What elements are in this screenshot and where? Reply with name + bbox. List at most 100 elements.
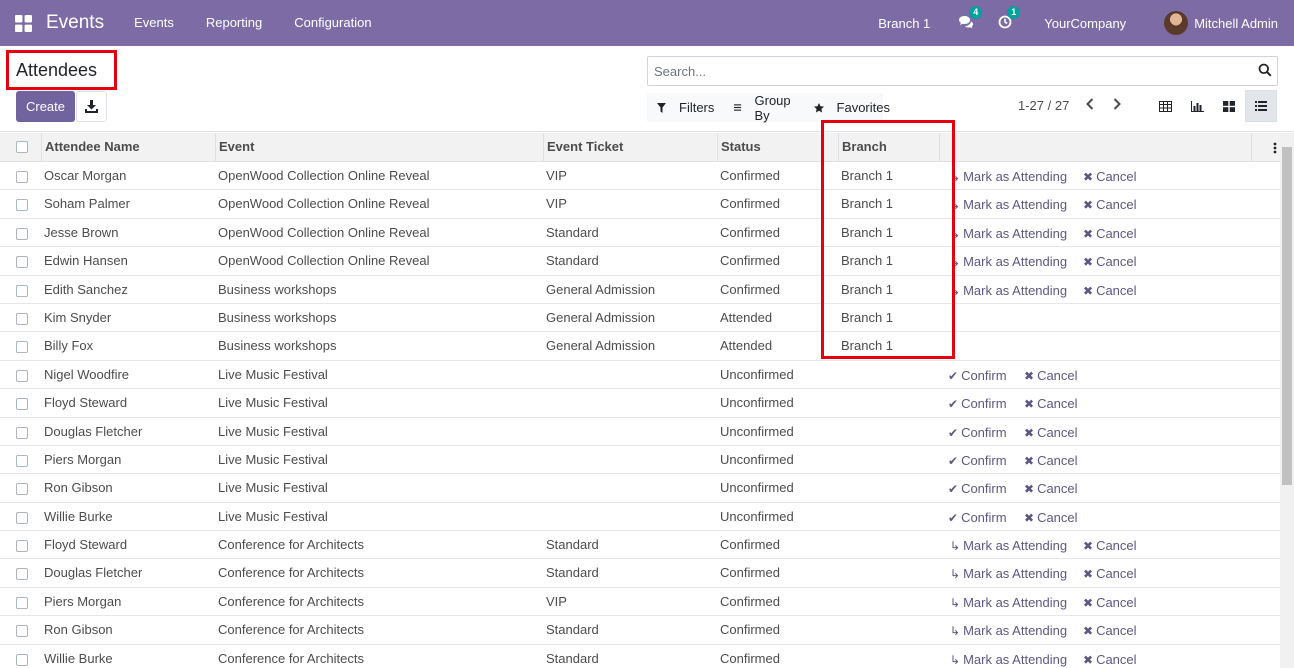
table-row[interactable]: Billy Fox Business workshops General Admis…	[0, 332, 1280, 361]
search-input[interactable]	[648, 57, 1238, 85]
table-row[interactable]: Piers Morgan Live Music Festival Unconfirm…	[0, 446, 1280, 475]
confirm-button[interactable]: ✔ Confirm	[948, 361, 1007, 389]
row-checkbox[interactable]	[16, 256, 28, 269]
mark-as-attending-button[interactable]: ↳ Mark as Attending	[950, 190, 1067, 218]
table-row[interactable]: Willie Burke Conference for Architects Sta…	[0, 645, 1280, 668]
activities-button[interactable]: 1	[998, 5, 1021, 32]
confirm-button[interactable]: ✔ Confirm	[948, 503, 1007, 531]
cancel-button[interactable]: ✖ Cancel	[1083, 276, 1137, 304]
table-row[interactable]: Ron Gibson Live Music Festival Unconfirmed…	[0, 474, 1280, 503]
table-row[interactable]: Kim Snyder Business workshops General Admi…	[0, 304, 1280, 333]
pager-next-icon[interactable]	[1112, 98, 1122, 113]
row-checkbox[interactable]	[16, 398, 28, 411]
row-checkbox[interactable]	[16, 284, 28, 297]
column-header-branch[interactable]: Branch	[838, 133, 939, 162]
menu-reporting[interactable]: Reporting	[190, 0, 278, 46]
column-header-event-ticket[interactable]: Event Ticket	[543, 133, 717, 162]
column-header-event[interactable]: Event	[215, 133, 543, 162]
cancel-button[interactable]: ✖ Cancel	[1083, 645, 1137, 668]
table-row[interactable]: Nigel Woodfire Live Music Festival Unconfi…	[0, 361, 1280, 390]
row-checkbox[interactable]	[16, 653, 28, 666]
row-checkbox[interactable]	[16, 511, 28, 524]
table-row[interactable]: Piers Morgan Conference for Architects VIP…	[0, 588, 1280, 617]
row-checkbox[interactable]	[16, 171, 28, 183]
row-checkbox[interactable]	[16, 341, 28, 354]
pager-value[interactable]: 1-27 / 27	[1018, 98, 1069, 113]
graph-view-icon[interactable]	[1181, 90, 1213, 122]
row-checkbox[interactable]	[16, 227, 28, 240]
mark-as-attending-button[interactable]: ↳ Mark as Attending	[950, 588, 1067, 616]
row-checkbox[interactable]	[16, 596, 28, 609]
table-row[interactable]: Soham Palmer OpenWood Collection Online R…	[0, 190, 1280, 219]
group-by-dropdown[interactable]: Group By	[724, 93, 803, 123]
pivot-view-icon[interactable]	[1149, 90, 1181, 122]
cancel-button[interactable]: ✖ Cancel	[1024, 446, 1078, 474]
table-row[interactable]: Ron Gibson Conference for Architects Stand…	[0, 616, 1280, 645]
cancel-button[interactable]: ✖ Cancel	[1024, 389, 1078, 417]
table-row[interactable]: Edwin Hansen OpenWood Collection Online R…	[0, 247, 1280, 276]
export-button[interactable]	[76, 91, 107, 122]
row-checkbox[interactable]	[16, 568, 28, 581]
branch-switcher[interactable]: Branch 1	[878, 16, 930, 31]
table-row[interactable]: Willie Burke Live Music Festival Unconfirm…	[0, 503, 1280, 532]
cancel-button[interactable]: ✖ Cancel	[1083, 190, 1137, 218]
table-row[interactable]: Floyd Steward Live Music Festival Unconfir…	[0, 389, 1280, 418]
vertical-scrollbar[interactable]	[1280, 133, 1294, 668]
scrollbar-thumb[interactable]	[1282, 147, 1292, 485]
mark-as-attending-button[interactable]: ↳ Mark as Attending	[950, 276, 1067, 304]
messages-button[interactable]: 4	[958, 5, 983, 32]
user-menu[interactable]: Mitchell Admin	[1164, 11, 1278, 35]
cancel-button[interactable]: ✖ Cancel	[1024, 474, 1078, 502]
menu-events[interactable]: Events	[118, 0, 190, 46]
filters-dropdown[interactable]: Filters	[647, 100, 724, 115]
table-row[interactable]: Douglas Fletcher Conference for Architect…	[0, 559, 1280, 588]
confirm-button[interactable]: ✔ Confirm	[948, 418, 1007, 446]
optional-columns-toggle[interactable]	[1251, 133, 1280, 162]
favorites-dropdown[interactable]: Favorites	[804, 100, 900, 115]
mark-as-attending-button[interactable]: ↳ Mark as Attending	[950, 219, 1067, 247]
row-checkbox[interactable]	[16, 540, 28, 553]
row-checkbox[interactable]	[16, 426, 28, 439]
cancel-button[interactable]: ✖ Cancel	[1083, 559, 1137, 587]
mark-as-attending-button[interactable]: ↳ Mark as Attending	[950, 616, 1067, 644]
mark-as-attending-button[interactable]: ↳ Mark as Attending	[950, 531, 1067, 559]
table-row[interactable]: Jesse Brown OpenWood Collection Online Re…	[0, 219, 1280, 248]
confirm-button[interactable]: ✔ Confirm	[948, 389, 1007, 417]
cancel-button[interactable]: ✖ Cancel	[1083, 616, 1137, 644]
cancel-button[interactable]: ✖ Cancel	[1083, 588, 1137, 616]
row-checkbox[interactable]	[16, 369, 28, 382]
apps-menu-icon[interactable]	[0, 0, 46, 46]
search-icon[interactable]	[1258, 63, 1272, 80]
cancel-button[interactable]: ✖ Cancel	[1024, 418, 1078, 446]
table-row[interactable]: Floyd Steward Conference for Architects St…	[0, 531, 1280, 560]
cancel-button[interactable]: ✖ Cancel	[1024, 361, 1078, 389]
confirm-button[interactable]: ✔ Confirm	[948, 446, 1007, 474]
list-view-icon[interactable]	[1245, 90, 1277, 122]
row-checkbox[interactable]	[16, 312, 28, 325]
select-all-checkbox[interactable]	[16, 141, 28, 153]
cancel-button[interactable]: ✖ Cancel	[1083, 531, 1137, 559]
column-header-attendee-name[interactable]: Attendee Name	[41, 133, 215, 162]
mark-as-attending-button[interactable]: ↳ Mark as Attending	[950, 559, 1067, 587]
row-checkbox[interactable]	[16, 625, 28, 638]
cancel-button[interactable]: ✖ Cancel	[1083, 162, 1137, 190]
create-button[interactable]: Create	[16, 91, 75, 122]
confirm-button[interactable]: ✔ Confirm	[948, 474, 1007, 502]
column-header-status[interactable]: Status	[717, 133, 838, 162]
mark-as-attending-button[interactable]: ↳ Mark as Attending	[950, 162, 1067, 190]
company-switcher[interactable]: YourCompany	[1044, 16, 1126, 31]
cancel-button[interactable]: ✖ Cancel	[1024, 503, 1078, 531]
mark-as-attending-button[interactable]: ↳ Mark as Attending	[950, 247, 1067, 275]
table-row[interactable]: Oscar Morgan OpenWood Collection Online R…	[0, 162, 1280, 191]
pager-previous-icon[interactable]	[1085, 98, 1095, 113]
row-checkbox[interactable]	[16, 483, 28, 496]
row-checkbox[interactable]	[16, 199, 28, 212]
kanban-view-icon[interactable]	[1213, 90, 1245, 122]
app-name[interactable]: Events	[46, 12, 104, 34]
table-row[interactable]: Douglas Fletcher Live Music Festival Uncon…	[0, 418, 1280, 446]
cancel-button[interactable]: ✖ Cancel	[1083, 219, 1137, 247]
row-checkbox[interactable]	[16, 454, 28, 467]
cancel-button[interactable]: ✖ Cancel	[1083, 247, 1137, 275]
menu-configuration[interactable]: Configuration	[278, 0, 387, 46]
mark-as-attending-button[interactable]: ↳ Mark as Attending	[950, 645, 1067, 668]
